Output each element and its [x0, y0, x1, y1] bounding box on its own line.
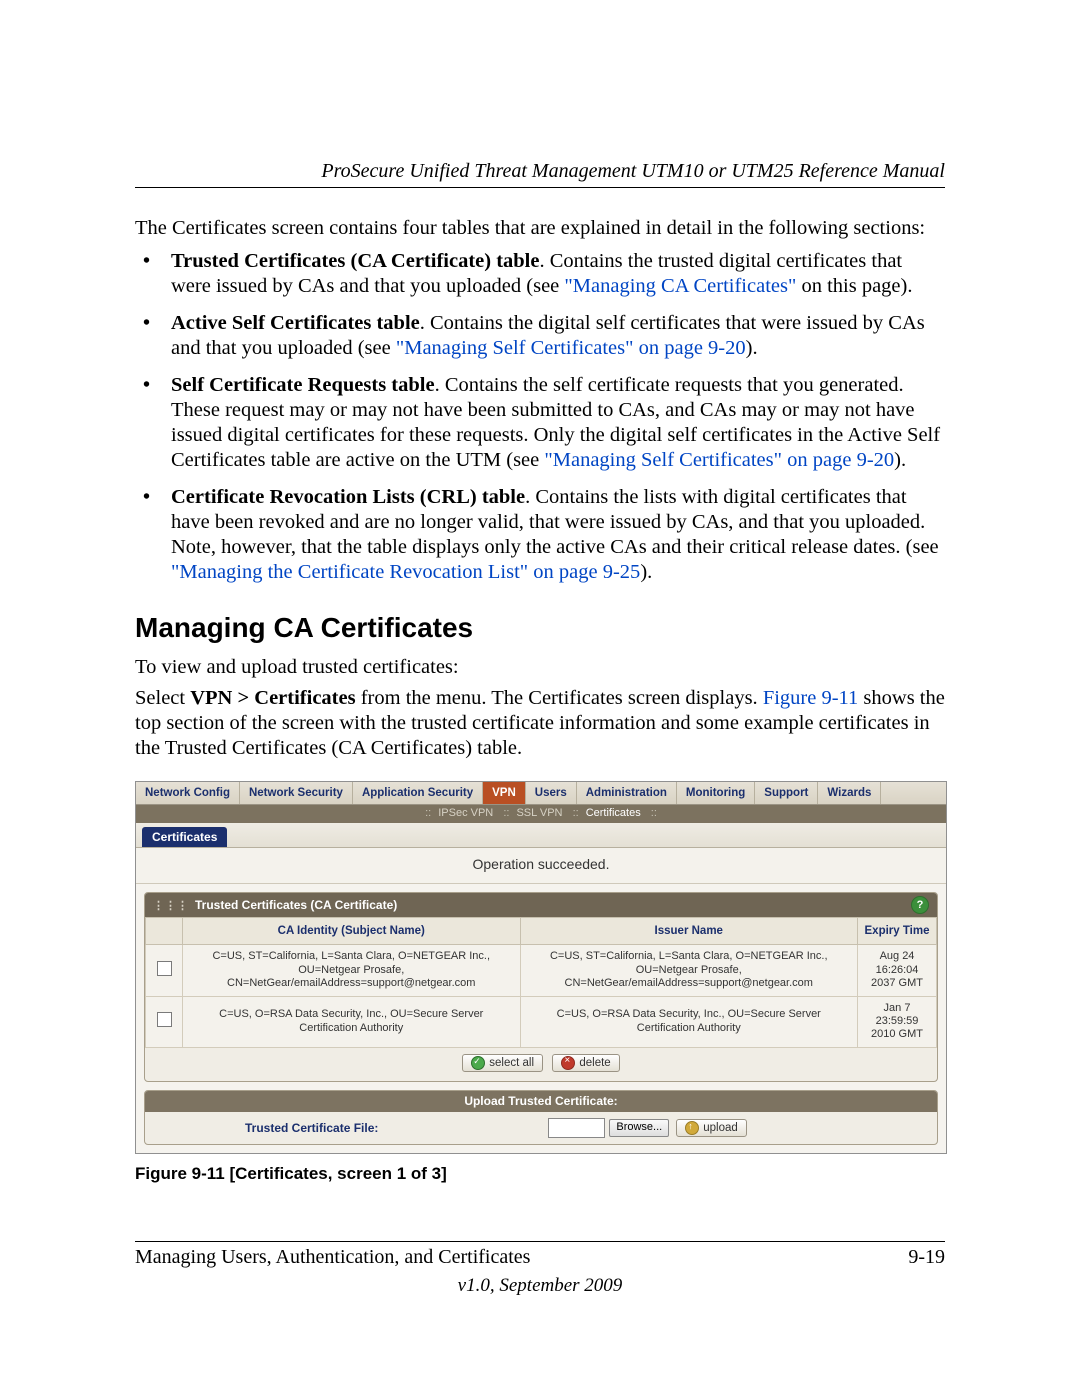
menu-path: VPN > Certificates — [190, 687, 355, 709]
tab-vpn[interactable]: VPN — [483, 782, 526, 804]
page-tab-certificates[interactable]: Certificates — [142, 827, 227, 848]
bullet-tail: ). — [640, 561, 652, 583]
cell-subject: C=US, O=RSA Data Security, Inc., OU=Secu… — [183, 996, 521, 1047]
certificates-screen-figure: Network Config Network Security Applicat… — [135, 781, 947, 1154]
section-heading: Managing CA Certificates — [135, 611, 945, 645]
cell-expiry: Jan 7 23:59:59 2010 GMT — [858, 996, 937, 1047]
table-row: C=US, O=RSA Data Security, Inc., OU=Secu… — [146, 996, 937, 1047]
block-header: ⋮⋮⋮ Trusted Certificates (CA Certificate)… — [145, 893, 937, 917]
text-fragment: Select — [135, 687, 190, 709]
subtab-certificates[interactable]: Certificates — [582, 807, 645, 819]
bullet-trusted-certs: Trusted Certificates (CA Certificate) ta… — [135, 249, 945, 299]
cell-expiry: Aug 24 16:26:04 2037 GMT — [858, 945, 937, 996]
intro-paragraph: The Certificates screen contains four ta… — [135, 216, 945, 241]
col-ca-identity: CA Identity (Subject Name) — [183, 918, 521, 945]
link-managing-ca[interactable]: "Managing CA Certificates" — [564, 275, 796, 297]
cell-issuer: C=US, O=RSA Data Security, Inc., OU=Secu… — [520, 996, 858, 1047]
col-issuer-name: Issuer Name — [520, 918, 858, 945]
delete-icon — [561, 1056, 575, 1070]
select-all-button[interactable]: select all — [462, 1054, 543, 1072]
link-managing-self-1[interactable]: "Managing Self Certificates" on page 9-2… — [396, 337, 746, 359]
cell-subject: C=US, ST=California, L=Santa Clara, O=NE… — [183, 945, 521, 996]
subtab-ipsec-vpn[interactable]: IPSec VPN — [434, 807, 497, 819]
check-icon — [471, 1056, 485, 1070]
bullet-lead: Active Self Certificates table — [171, 312, 420, 334]
upload-header-label: Upload Trusted Certificate: — [464, 1094, 617, 1109]
row-checkbox[interactable] — [157, 961, 172, 976]
bullet-crl: Certificate Revocation Lists (CRL) table… — [135, 485, 945, 585]
table-row: C=US, ST=California, L=Santa Clara, O=NE… — [146, 945, 937, 996]
grip-icon: ⋮⋮⋮ — [153, 900, 189, 912]
trusted-certs-block: ⋮⋮⋮ Trusted Certificates (CA Certificate)… — [144, 892, 938, 1082]
bullet-tail: on this page). — [796, 275, 912, 297]
instruction-2: Select VPN > Certificates from the menu.… — [135, 686, 945, 761]
figure-caption: Figure 9-11 [Certificates, screen 1 of 3… — [135, 1164, 945, 1185]
link-figure-9-11[interactable]: Figure 9-11 — [763, 687, 858, 709]
subtab-ssl-vpn[interactable]: SSL VPN — [512, 807, 566, 819]
main-tab-bar: Network Config Network Security Applicat… — [136, 782, 946, 805]
button-label: upload — [703, 1121, 738, 1135]
sub-tab-bar: ::IPSec VPN ::SSL VPN ::Certificates :: — [136, 805, 946, 822]
running-header: ProSecure Unified Threat Management UTM1… — [135, 160, 945, 183]
upload-icon — [685, 1121, 699, 1135]
text-fragment: from the menu. The Certificates screen d… — [356, 687, 763, 709]
status-message: Operation succeeded. — [136, 847, 946, 884]
bullet-self-cert-requests: Self Certificate Requests table. Contain… — [135, 373, 945, 473]
tab-users[interactable]: Users — [526, 782, 577, 804]
tables-bullet-list: Trusted Certificates (CA Certificate) ta… — [135, 249, 945, 585]
footer-chapter-title: Managing Users, Authentication, and Cert… — [135, 1246, 530, 1269]
footer-page-number: 9-19 — [908, 1246, 945, 1269]
footer-rule — [135, 1241, 945, 1242]
bullet-lead: Trusted Certificates (CA Certificate) ta… — [171, 250, 539, 272]
ca-table: CA Identity (Subject Name) Issuer Name E… — [145, 917, 937, 1047]
upload-button[interactable]: upload — [676, 1119, 747, 1137]
footer-version: v1.0, September 2009 — [135, 1275, 945, 1297]
help-icon[interactable]: ? — [911, 896, 929, 914]
col-expiry-time: Expiry Time — [858, 918, 937, 945]
link-managing-self-2[interactable]: "Managing Self Certificates" on page 9-2… — [544, 449, 894, 471]
bullet-lead: Certificate Revocation Lists (CRL) table — [171, 486, 525, 508]
row-checkbox[interactable] — [157, 1012, 172, 1027]
button-label: select all — [489, 1056, 534, 1070]
tab-network-security[interactable]: Network Security — [240, 782, 353, 804]
upload-header: Upload Trusted Certificate: — [145, 1091, 937, 1112]
upload-file-label: Trusted Certificate File: — [153, 1121, 378, 1136]
block-title: Trusted Certificates (CA Certificate) — [195, 898, 397, 912]
instruction-1: To view and upload trusted certificates: — [135, 655, 945, 680]
header-rule — [135, 187, 945, 188]
tab-support[interactable]: Support — [755, 782, 818, 804]
upload-block: Upload Trusted Certificate: Trusted Cert… — [144, 1090, 938, 1145]
bullet-lead: Self Certificate Requests table — [171, 374, 435, 396]
bullet-active-self-certs: Active Self Certificates table. Contains… — [135, 311, 945, 361]
tab-network-config[interactable]: Network Config — [136, 782, 240, 804]
browse-button[interactable]: Browse... — [609, 1119, 669, 1136]
bullet-tail: ). — [746, 337, 758, 359]
file-input[interactable] — [548, 1118, 605, 1138]
link-managing-crl[interactable]: "Managing the Certificate Revocation Lis… — [171, 561, 640, 583]
tab-administration[interactable]: Administration — [577, 782, 677, 804]
tab-wizards[interactable]: Wizards — [818, 782, 881, 804]
action-row: select all delete — [145, 1048, 937, 1082]
cell-issuer: C=US, ST=California, L=Santa Clara, O=NE… — [520, 945, 858, 996]
bullet-tail: ). — [894, 449, 906, 471]
tab-monitoring[interactable]: Monitoring — [677, 782, 755, 804]
tab-application-security[interactable]: Application Security — [353, 782, 483, 804]
col-checkbox — [146, 918, 183, 945]
button-label: delete — [579, 1056, 610, 1070]
delete-button[interactable]: delete — [552, 1054, 619, 1072]
